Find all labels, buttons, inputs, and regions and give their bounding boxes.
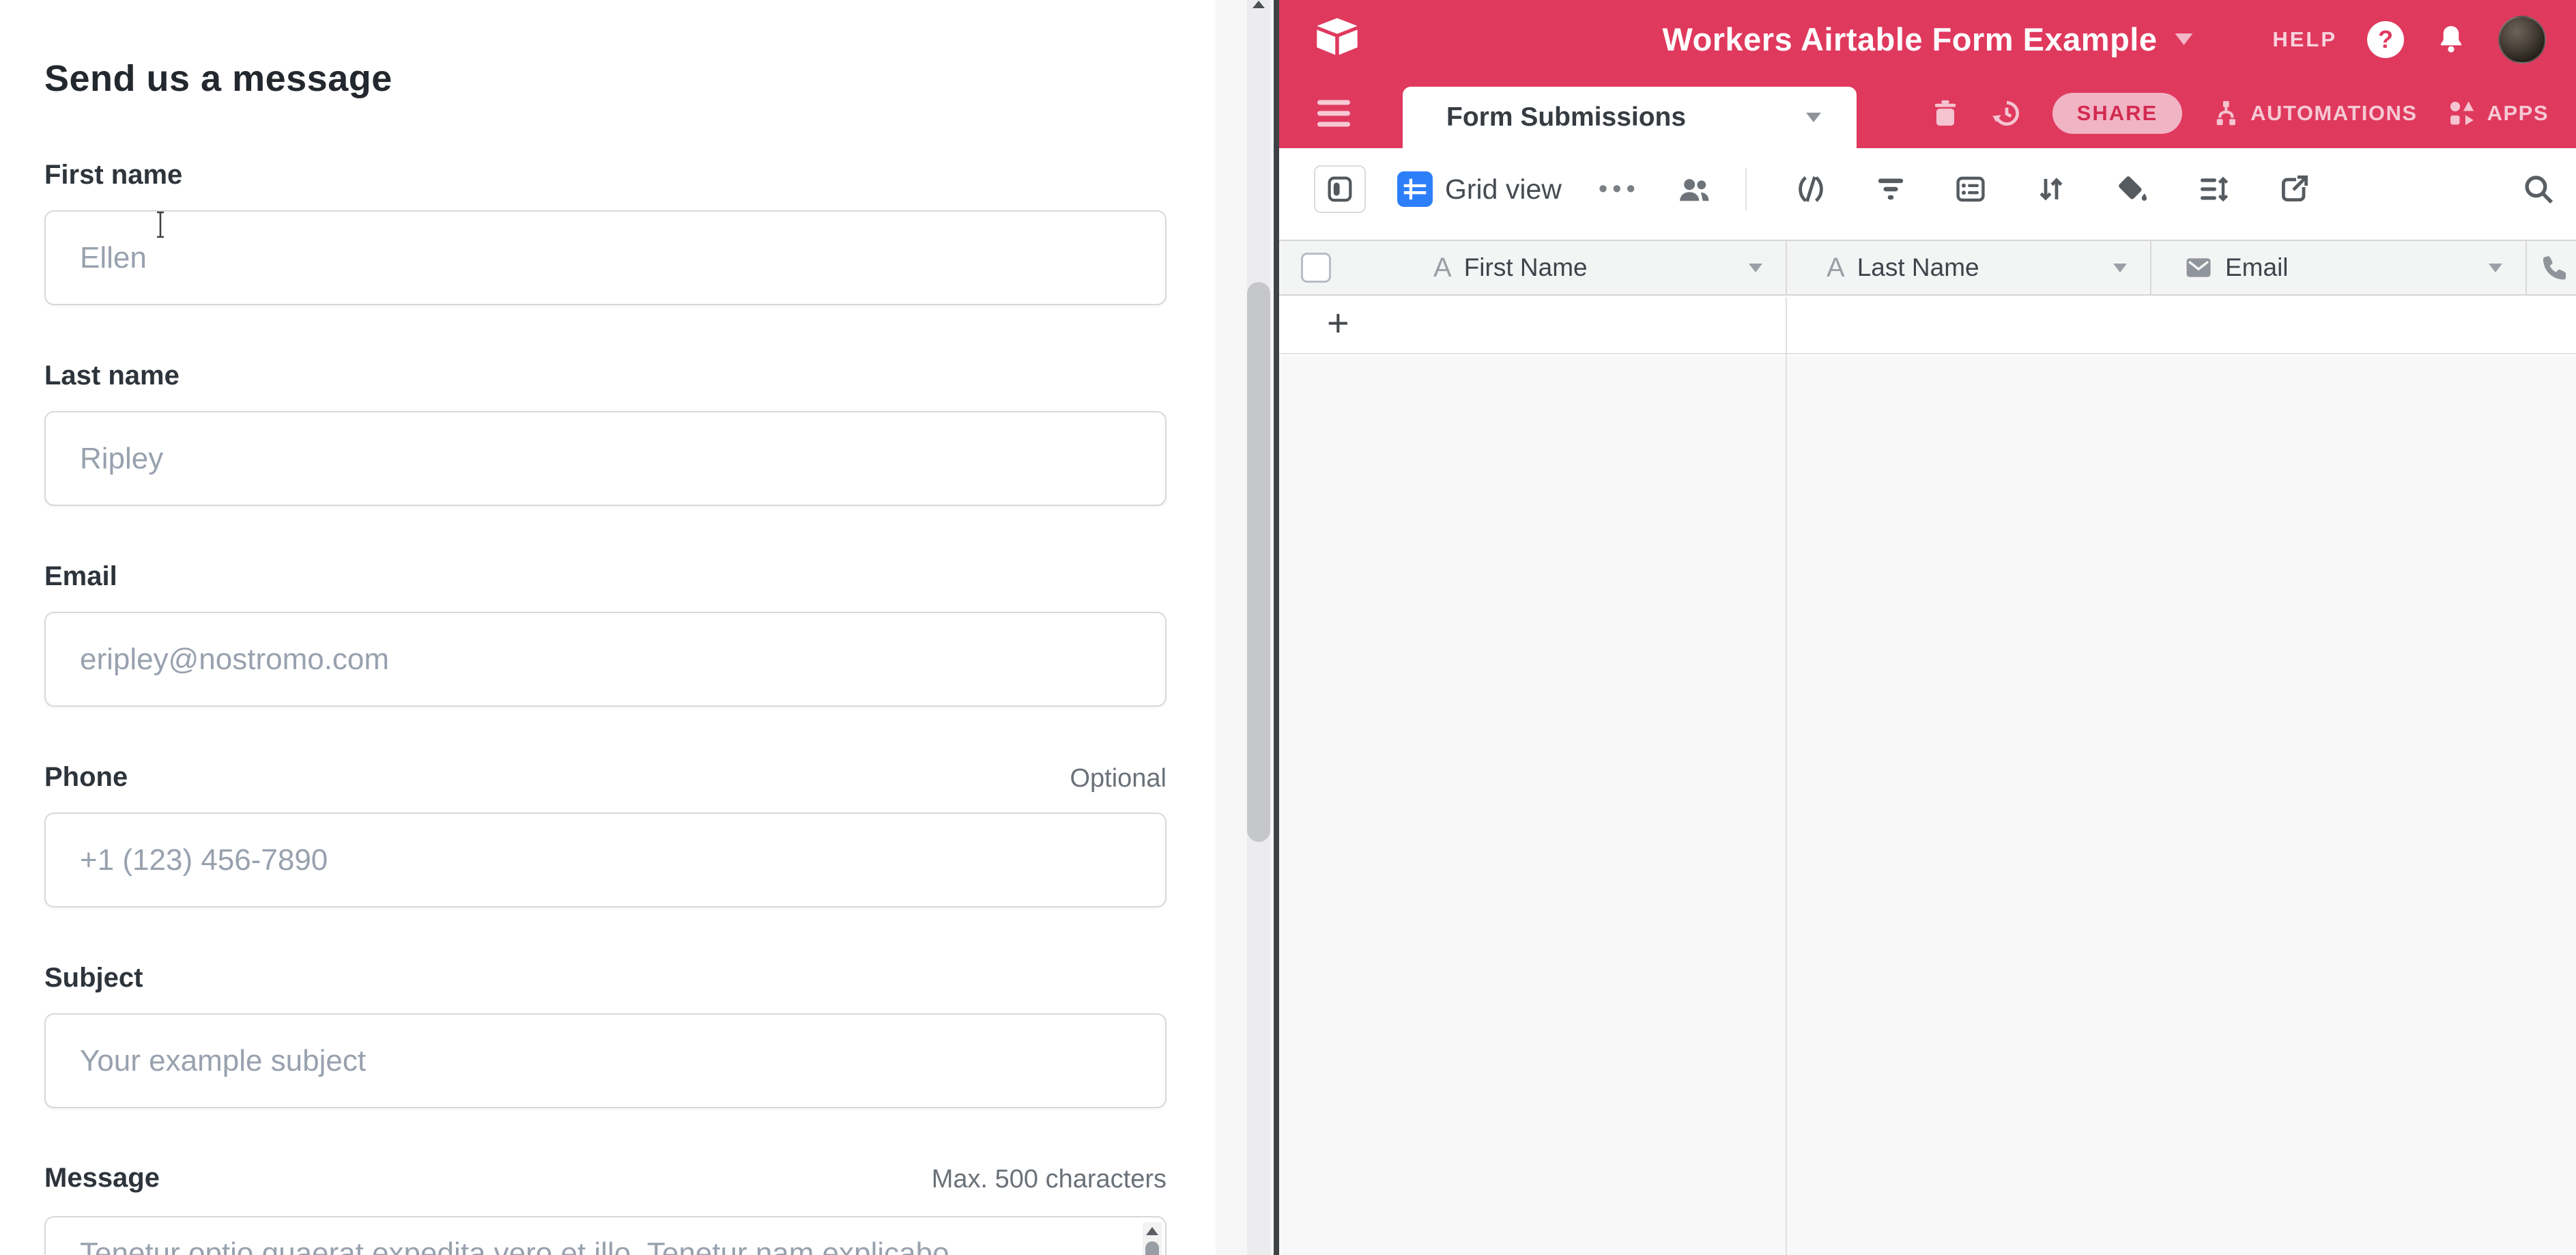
color-icon[interactable] xyxy=(2115,173,2149,205)
help-button[interactable]: HELP xyxy=(2272,27,2337,52)
base-title-menu[interactable]: Workers Airtable Form Example xyxy=(1663,0,2193,79)
history-icon[interactable] xyxy=(1990,96,2024,130)
view-toolbar: Grid view ••• xyxy=(1279,148,2576,230)
share-view-icon[interactable] xyxy=(2278,173,2310,206)
last-name-input[interactable] xyxy=(44,411,1167,506)
notifications-bell-icon[interactable] xyxy=(2434,23,2468,57)
email-label: Email xyxy=(44,561,1167,592)
share-label: SHARE xyxy=(2077,101,2158,126)
topbar-actions: HELP ? xyxy=(2272,0,2546,79)
row-height-icon[interactable] xyxy=(2197,173,2230,206)
airtable-topbar: Workers Airtable Form Example HELP ? xyxy=(1279,0,2576,79)
column-header-last-name[interactable]: A Last Name xyxy=(1786,241,2150,294)
view-switcher[interactable]: Grid view xyxy=(1397,171,1562,207)
phone-input[interactable] xyxy=(44,813,1167,907)
phone-field-icon xyxy=(2539,252,2571,283)
email-input[interactable] xyxy=(44,612,1167,707)
text-field-icon: A xyxy=(1433,253,1452,283)
automations-label: AUTOMATIONS xyxy=(2250,101,2417,126)
last-name-label: Last name xyxy=(44,361,1167,391)
message-field: Message Max. 500 characters Tenetur opti… xyxy=(44,1163,1167,1194)
textarea-scrollbar-thumb[interactable] xyxy=(1145,1241,1159,1255)
message-placeholder: Tenetur optio quaerat expedita vero et i… xyxy=(80,1237,949,1255)
automations-button[interactable]: AUTOMATIONS xyxy=(2211,98,2417,128)
airtable-logo-icon xyxy=(1315,16,1360,57)
add-row[interactable]: + xyxy=(1279,297,2576,354)
base-title: Workers Airtable Form Example xyxy=(1663,20,2158,58)
automations-icon xyxy=(2211,98,2241,128)
view-more-button[interactable]: ••• xyxy=(1599,175,1640,204)
column-header-first-name[interactable]: A First Name xyxy=(1394,241,1786,294)
chevron-down-icon xyxy=(2489,264,2502,272)
trash-icon[interactable] xyxy=(1930,98,1961,129)
last-name-field: Last name xyxy=(44,361,1167,391)
column-header-phone[interactable]: Phone xyxy=(2525,241,2576,294)
share-button[interactable]: SHARE xyxy=(2052,93,2183,134)
base-actions: SHARE AUTOMATIONS xyxy=(1930,79,2549,148)
email-field: Email xyxy=(44,561,1167,592)
help-icon[interactable]: ? xyxy=(2367,21,2404,58)
phone-field: Phone Optional xyxy=(44,762,1167,793)
search-icon[interactable] xyxy=(2521,172,2556,206)
apps-button[interactable]: APPS xyxy=(2446,98,2549,129)
form-title: Send us a message xyxy=(44,57,392,100)
column-name: Last Name xyxy=(1857,253,1979,282)
chevron-down-icon xyxy=(2113,264,2127,272)
email-field-icon xyxy=(2183,253,2214,282)
grid-view-icon xyxy=(1397,171,1433,207)
avatar[interactable] xyxy=(2498,16,2546,64)
chevron-down-icon xyxy=(2175,33,2192,45)
text-field-icon: A xyxy=(1827,253,1845,283)
filter-icon[interactable] xyxy=(1875,173,1906,205)
text-cursor-icon xyxy=(152,210,169,239)
first-name-label: First name xyxy=(44,160,1167,191)
apps-label: APPS xyxy=(2487,101,2549,126)
toolbar-divider xyxy=(1745,168,1747,210)
sidebar-toggle-icon xyxy=(1324,173,1356,205)
column-header-email[interactable]: Email xyxy=(2150,241,2525,294)
airtable-pane: Workers Airtable Form Example HELP ? xyxy=(1279,0,2576,1255)
phone-label: Phone xyxy=(44,762,1167,793)
scroll-up-arrow-icon[interactable] xyxy=(1146,1227,1158,1235)
browser-scrollbar-gutter xyxy=(1216,0,1274,1255)
question-mark-glyph: ? xyxy=(2378,25,2393,54)
message-maxchars-hint: Max. 500 characters xyxy=(932,1165,1167,1194)
view-name: Grid view xyxy=(1445,173,1562,206)
hamburger-menu-button[interactable] xyxy=(1317,100,1350,127)
column-name: Email xyxy=(2225,253,2289,282)
scrollbar-track[interactable] xyxy=(1247,0,1270,1255)
subject-input[interactable] xyxy=(44,1013,1167,1108)
scrollbar-thumb[interactable] xyxy=(1247,282,1270,842)
add-row-plus-icon: + xyxy=(1327,304,1349,342)
scroll-up-arrow-icon[interactable] xyxy=(1253,1,1265,8)
tab-form-submissions[interactable]: Form Submissions xyxy=(1403,87,1857,148)
grid-header-row: A First Name A Last Name Email xyxy=(1279,240,2576,296)
apps-icon xyxy=(2446,98,2478,129)
first-name-input[interactable] xyxy=(44,210,1167,305)
screen: Send us a message First name Last name E… xyxy=(0,0,2576,1255)
collaborators-icon[interactable] xyxy=(1673,173,1715,206)
pane-split-divider[interactable] xyxy=(1274,0,1279,1255)
phone-optional-hint: Optional xyxy=(1070,764,1167,793)
first-name-field: First name xyxy=(44,160,1167,191)
grid-body xyxy=(1279,356,2576,1255)
message-textarea[interactable]: Tenetur optio quaerat expedita vero et i… xyxy=(44,1216,1167,1255)
hide-fields-icon[interactable] xyxy=(1794,173,1827,206)
chevron-down-icon xyxy=(1749,264,1762,272)
select-all-cell xyxy=(1279,241,1394,294)
sort-icon[interactable] xyxy=(2035,173,2067,206)
active-table-name: Form Submissions xyxy=(1446,102,1686,132)
select-all-checkbox[interactable] xyxy=(1301,253,1331,283)
frozen-column-divider xyxy=(1786,297,1787,1255)
textarea-scrollbar[interactable] xyxy=(1143,1222,1162,1255)
subject-field: Subject xyxy=(44,963,1167,993)
table-tabs-bar: Form Submissions SHARE xyxy=(1279,79,2576,148)
contact-form-pane: Send us a message First name Last name E… xyxy=(0,0,1216,1255)
column-name: First Name xyxy=(1464,253,1588,282)
chevron-down-icon xyxy=(1806,113,1821,122)
subject-label: Subject xyxy=(44,963,1167,993)
views-sidebar-toggle-button[interactable] xyxy=(1314,165,1366,213)
group-icon[interactable] xyxy=(1954,173,1987,206)
